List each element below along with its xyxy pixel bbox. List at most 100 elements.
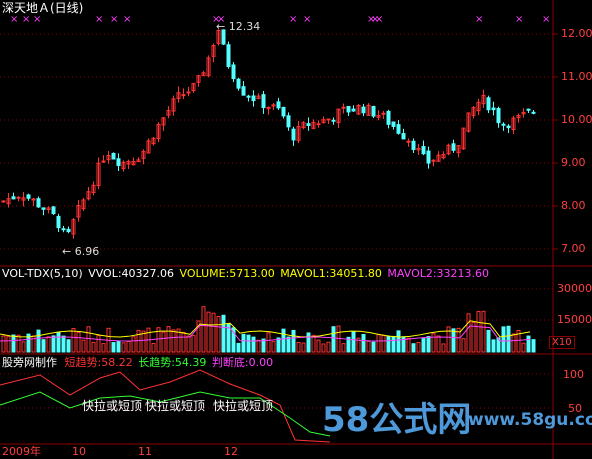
candle-body <box>101 160 106 163</box>
candle-body <box>116 158 121 167</box>
volume-bar <box>86 326 91 353</box>
candle-body <box>506 125 511 129</box>
candle-body <box>261 94 266 109</box>
price-tick-8: 8.00 <box>561 199 586 212</box>
volume-bar <box>411 343 416 353</box>
signal-marker: × <box>289 14 297 25</box>
low-price-label: ← 6.96 <box>62 245 100 258</box>
candle-body <box>41 207 46 210</box>
candle-body <box>331 119 336 122</box>
volume-bar <box>56 331 61 353</box>
chart-title: 深天地Ａ(日线) <box>2 1 84 15</box>
volume-bar <box>211 312 216 353</box>
candle-body <box>241 86 246 96</box>
volume-bar <box>451 328 456 353</box>
price-tick-11: 11.00 <box>561 70 592 83</box>
candle-body <box>451 143 456 151</box>
volume-bar <box>271 341 276 353</box>
volume-bar <box>256 339 261 353</box>
candle-body <box>111 152 116 160</box>
kline-chart[interactable]: × × × × × × ×× × × ××× × × × <box>0 0 592 459</box>
time-axis-12: 12 <box>224 445 238 458</box>
volume-bar <box>171 329 176 353</box>
signal-marker: × <box>95 14 103 25</box>
candle-body <box>61 228 66 231</box>
mavol2-value: MAVOL2:33213.60 <box>387 267 490 280</box>
volume-bar <box>416 341 421 353</box>
ind-tick-100: 100 <box>563 368 584 381</box>
volume-bar <box>476 311 481 353</box>
signal-marker: × <box>515 14 523 25</box>
candle-body <box>346 105 351 113</box>
volume-bar <box>181 331 186 353</box>
candle-body <box>306 123 311 126</box>
candle-body <box>496 108 501 124</box>
volume-bar <box>436 335 441 353</box>
volume-bar <box>351 331 356 353</box>
volume-bar <box>311 334 316 353</box>
volume-bar <box>101 343 106 353</box>
volume-bar <box>91 341 96 353</box>
volume-bar <box>291 329 296 353</box>
candle-body <box>181 94 186 97</box>
volume-bar <box>501 326 506 353</box>
candle-body <box>431 159 436 162</box>
volume-bar <box>491 339 496 353</box>
signal-annotation-3: 快拉或短顶 <box>213 399 274 413</box>
indicator-legend: 股旁网制作 短趋势:58.22 长趋势:54.39 判断底:0.00 <box>2 357 273 369</box>
candle-body <box>486 97 491 111</box>
volume-bar <box>51 335 56 353</box>
volume-value: VOLUME:5713.00 <box>179 267 275 280</box>
volume-bar <box>481 310 486 353</box>
volume-bar <box>76 331 81 353</box>
candle-body <box>341 106 346 109</box>
volume-bar <box>276 337 281 353</box>
candle-body <box>316 123 321 126</box>
signal-annotation-1: 快拉或短顶 <box>82 399 143 413</box>
volume-bar <box>421 338 426 353</box>
candle-body <box>246 95 251 98</box>
volume-bar <box>61 335 66 353</box>
volume-bar <box>511 333 516 353</box>
volume-bar <box>16 334 21 353</box>
volume-bar <box>126 341 131 353</box>
volume-bar <box>391 335 396 353</box>
candle-body <box>231 64 236 80</box>
volume-bar <box>46 336 51 353</box>
volume-bar <box>201 306 206 353</box>
volume-bar <box>11 334 16 353</box>
candle-body <box>286 115 291 128</box>
volume-bar <box>521 342 526 353</box>
price-tick-10: 10.00 <box>561 113 592 126</box>
candle-body <box>36 198 41 208</box>
candle-body <box>391 121 396 127</box>
low-price-value: 6.96 <box>74 245 100 258</box>
price-tick-7: 7.00 <box>561 242 586 255</box>
candle-body <box>526 108 531 111</box>
volume-bar <box>221 314 226 353</box>
volume-bar <box>321 343 326 353</box>
volume-bar <box>326 341 331 353</box>
candle-body <box>236 78 241 89</box>
volume-bar <box>506 325 511 353</box>
candle-body <box>326 118 331 121</box>
candle-body <box>226 44 231 67</box>
time-axis-10: 10 <box>72 445 86 458</box>
volume-bar <box>281 328 286 353</box>
volume-bar <box>341 343 346 353</box>
signal-marker: × <box>303 14 311 25</box>
volume-bar <box>121 342 126 353</box>
volume-bar <box>316 339 321 353</box>
signal-marker: × <box>375 14 383 25</box>
candle-body <box>276 101 281 109</box>
candle-body <box>251 95 256 102</box>
candle-body <box>26 194 31 199</box>
volume-bar <box>151 342 156 353</box>
signal-marker: × <box>475 14 483 25</box>
volume-bar <box>166 326 171 353</box>
stock-chart-window: × × × × × × × × × × × × × × × × 深天地Ａ(日线) 12.00 11.00 10… <box>0 0 592 459</box>
long-trend-value: 长趋势:54.39 <box>138 356 207 369</box>
volume-bar <box>361 333 366 353</box>
candle-body <box>531 111 536 114</box>
volume-bar <box>1 335 6 353</box>
